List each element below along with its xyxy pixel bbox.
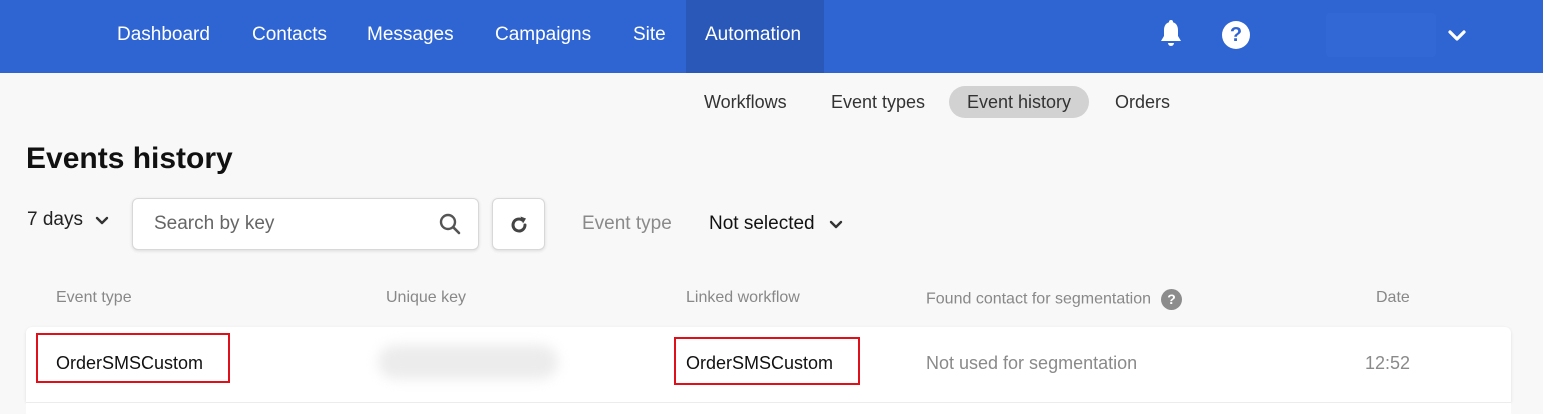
event-type-filter-label: Event type [582,213,672,234]
table-row [26,402,1511,414]
bell-icon[interactable] [1158,20,1184,48]
help-icon[interactable]: ? [1222,21,1250,49]
column-header-unique-key[interactable]: Unique key [386,289,466,307]
cell-found-contact: Not used for segmentation [926,353,1138,373]
event-type-select[interactable]: Not selected [709,213,844,235]
tab-event-history[interactable]: Event history [949,86,1090,118]
cell-linked-workflow[interactable]: OrderSMSCustom [686,327,833,402]
search-icon[interactable] [438,212,462,236]
help-icon[interactable]: ? [1161,289,1183,310]
nav-item-site[interactable]: Site [633,0,666,73]
column-header-linked-workflow[interactable]: Linked workflow [686,289,800,307]
search-box [132,198,479,250]
chevron-down-icon [829,220,843,229]
chevron-down-icon[interactable] [1446,24,1468,46]
nav-item-dashboard[interactable]: Dashboard [117,0,210,73]
nav-item-automation[interactable]: Automation [686,0,824,73]
cell-event-type: OrderSMSCustom [56,353,204,373]
tab-event-types[interactable]: Event types [813,86,943,118]
account-menu[interactable] [1326,13,1436,57]
nav-item-campaigns[interactable]: Campaigns [495,0,591,73]
top-nav: Dashboard Contacts Messages Campaigns Si… [0,0,1543,73]
event-type-value: Not selected [709,213,815,234]
tab-workflows[interactable]: Workflows [686,86,805,118]
refresh-button[interactable] [492,198,545,250]
nav-item-contacts[interactable]: Contacts [252,0,327,73]
period-select[interactable]: 7 days [27,209,110,235]
cell-unique-key-redacted [378,345,558,379]
chevron-down-icon [96,216,109,225]
search-input[interactable] [133,199,423,249]
column-header-event-type[interactable]: Event type [56,289,132,307]
period-value: 7 days [27,209,83,230]
column-header-found-contact-label: Found contact for segmentation [926,290,1152,308]
cell-date: 12:52 [1365,353,1411,373]
tab-orders[interactable]: Orders [1097,86,1188,118]
refresh-icon [511,216,527,233]
page-title: Events history [26,142,233,175]
nav-item-messages[interactable]: Messages [367,0,454,73]
table-row[interactable]: OrderSMSCustom OrderSMSCustom Not used f… [26,327,1511,402]
column-header-found-contact: Found contact for segmentation? [926,289,1183,310]
column-header-date[interactable]: Date [1376,289,1410,307]
